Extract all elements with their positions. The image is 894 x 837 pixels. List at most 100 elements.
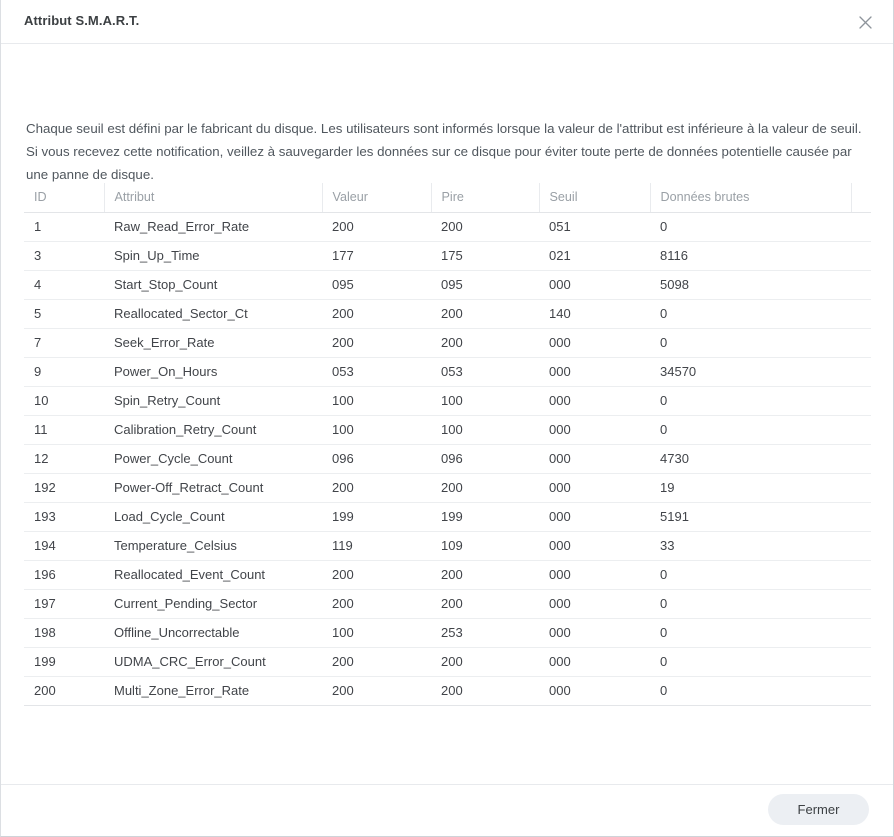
dialog-title: Attribut S.M.A.R.T. xyxy=(24,13,140,28)
cell-raw-data: 5098 xyxy=(650,270,851,300)
cell-raw-data: 0 xyxy=(650,299,851,329)
table-row[interactable]: 200 Multi_Zone_Error_Rate 200 200 000 0 xyxy=(24,676,871,706)
cell-attribute: Temperature_Celsius xyxy=(104,531,322,561)
cell-id: 196 xyxy=(24,560,104,590)
cell-id: 5 xyxy=(24,299,104,329)
table-row[interactable]: 9 Power_On_Hours 053 053 000 34570 xyxy=(24,357,871,387)
table-row[interactable]: 12 Power_Cycle_Count 096 096 000 4730 xyxy=(24,444,871,474)
cell-value: 177 xyxy=(322,241,431,271)
cell-threshold: 051 xyxy=(539,212,650,242)
column-header-id[interactable]: ID xyxy=(24,183,104,213)
column-header-worst[interactable]: Pire xyxy=(430,183,539,213)
cell-value: 200 xyxy=(322,299,431,329)
cell-spacer xyxy=(851,212,871,242)
close-icon[interactable] xyxy=(850,7,880,37)
table-row[interactable]: 11 Calibration_Retry_Count 100 100 000 0 xyxy=(24,415,871,445)
cell-threshold: 000 xyxy=(539,328,650,358)
cell-id: 200 xyxy=(24,676,104,706)
cell-raw-data: 34570 xyxy=(650,357,851,387)
cell-id: 10 xyxy=(24,386,104,416)
cell-attribute: Reallocated_Event_Count xyxy=(104,560,322,590)
cell-attribute: Reallocated_Sector_Ct xyxy=(104,299,322,329)
smart-attribute-dialog: Attribut S.M.A.R.T. Chaque seuil est déf… xyxy=(0,0,894,837)
cell-id: 197 xyxy=(24,589,104,619)
close-button[interactable]: Fermer xyxy=(768,794,869,825)
cell-raw-data: 0 xyxy=(650,676,851,706)
cell-threshold: 000 xyxy=(539,357,650,387)
cell-spacer xyxy=(851,531,871,561)
cell-id: 199 xyxy=(24,647,104,677)
table-row[interactable]: 5 Reallocated_Sector_Ct 200 200 140 0 xyxy=(24,299,871,329)
cell-attribute: Power_On_Hours xyxy=(104,357,322,387)
cell-attribute: Power-Off_Retract_Count xyxy=(104,473,322,503)
table-row[interactable]: 10 Spin_Retry_Count 100 100 000 0 xyxy=(24,386,871,416)
smart-attributes-table: ID Attribut Valeur Pire Seuil Données br… xyxy=(24,183,871,706)
cell-attribute: Calibration_Retry_Count xyxy=(104,415,322,445)
table-row[interactable]: 192 Power-Off_Retract_Count 200 200 000 19 xyxy=(24,473,871,503)
table-row[interactable]: 194 Temperature_Celsius 119 109 000 33 xyxy=(24,531,871,561)
dialog-titlebar: Attribut S.M.A.R.T. xyxy=(1,0,893,44)
table-row[interactable]: 3 Spin_Up_Time 177 175 021 8116 xyxy=(24,241,871,271)
cell-worst: 253 xyxy=(431,618,539,648)
column-header-attribute[interactable]: Attribut xyxy=(103,183,322,213)
cell-worst: 200 xyxy=(431,473,539,503)
column-header-raw-data[interactable]: Données brutes xyxy=(649,183,851,213)
cell-id: 194 xyxy=(24,531,104,561)
cell-raw-data: 5191 xyxy=(650,502,851,532)
table-row[interactable]: 196 Reallocated_Event_Count 200 200 000 0 xyxy=(24,560,871,590)
cell-raw-data: 0 xyxy=(650,415,851,445)
table-row[interactable]: 193 Load_Cycle_Count 199 199 000 5191 xyxy=(24,502,871,532)
cell-threshold: 000 xyxy=(539,647,650,677)
cell-threshold: 000 xyxy=(539,618,650,648)
cell-value: 100 xyxy=(322,415,431,445)
cell-attribute: Load_Cycle_Count xyxy=(104,502,322,532)
cell-worst: 096 xyxy=(431,444,539,474)
cell-threshold: 000 xyxy=(539,560,650,590)
cell-value: 200 xyxy=(322,560,431,590)
column-header-spacer xyxy=(850,183,871,213)
cell-threshold: 140 xyxy=(539,299,650,329)
cell-spacer xyxy=(851,415,871,445)
table-row[interactable]: 197 Current_Pending_Sector 200 200 000 0 xyxy=(24,589,871,619)
table-row[interactable]: 7 Seek_Error_Rate 200 200 000 0 xyxy=(24,328,871,358)
cell-id: 11 xyxy=(24,415,104,445)
cell-spacer xyxy=(851,502,871,532)
cell-raw-data: 0 xyxy=(650,560,851,590)
cell-spacer xyxy=(851,444,871,474)
cell-spacer xyxy=(851,560,871,590)
column-header-threshold[interactable]: Seuil xyxy=(538,183,650,213)
cell-spacer xyxy=(851,473,871,503)
cell-spacer xyxy=(851,618,871,648)
cell-threshold: 000 xyxy=(539,589,650,619)
cell-spacer xyxy=(851,299,871,329)
cell-threshold: 000 xyxy=(539,444,650,474)
cell-spacer xyxy=(851,270,871,300)
cell-spacer xyxy=(851,357,871,387)
cell-spacer xyxy=(851,647,871,677)
cell-id: 4 xyxy=(24,270,104,300)
table-row[interactable]: 1 Raw_Read_Error_Rate 200 200 051 0 xyxy=(24,212,871,242)
cell-spacer xyxy=(851,676,871,706)
table-row[interactable]: 198 Offline_Uncorrectable 100 253 000 0 xyxy=(24,618,871,648)
table-body: 1 Raw_Read_Error_Rate 200 200 051 0 3 Spin_Up_T… xyxy=(24,212,871,706)
table-row[interactable]: 199 UDMA_CRC_Error_Count 200 200 000 0 xyxy=(24,647,871,677)
cell-value: 119 xyxy=(322,531,431,561)
description-text: Chaque seuil est défini par le fabricant… xyxy=(26,121,862,183)
cell-attribute: Multi_Zone_Error_Rate xyxy=(104,676,322,706)
table-header-row: ID Attribut Valeur Pire Seuil Données br… xyxy=(24,183,871,213)
table-row[interactable]: 4 Start_Stop_Count 095 095 000 5098 xyxy=(24,270,871,300)
cell-id: 198 xyxy=(24,618,104,648)
cell-value: 200 xyxy=(322,589,431,619)
cell-worst: 200 xyxy=(431,328,539,358)
cell-worst: 100 xyxy=(431,415,539,445)
cell-attribute: Seek_Error_Rate xyxy=(104,328,322,358)
cell-worst: 109 xyxy=(431,531,539,561)
cell-threshold: 000 xyxy=(539,502,650,532)
cell-threshold: 000 xyxy=(539,270,650,300)
cell-spacer xyxy=(851,589,871,619)
cell-attribute: UDMA_CRC_Error_Count xyxy=(104,647,322,677)
cell-worst: 200 xyxy=(431,647,539,677)
cell-worst: 175 xyxy=(431,241,539,271)
column-header-value[interactable]: Valeur xyxy=(321,183,431,213)
cell-attribute: Power_Cycle_Count xyxy=(104,444,322,474)
